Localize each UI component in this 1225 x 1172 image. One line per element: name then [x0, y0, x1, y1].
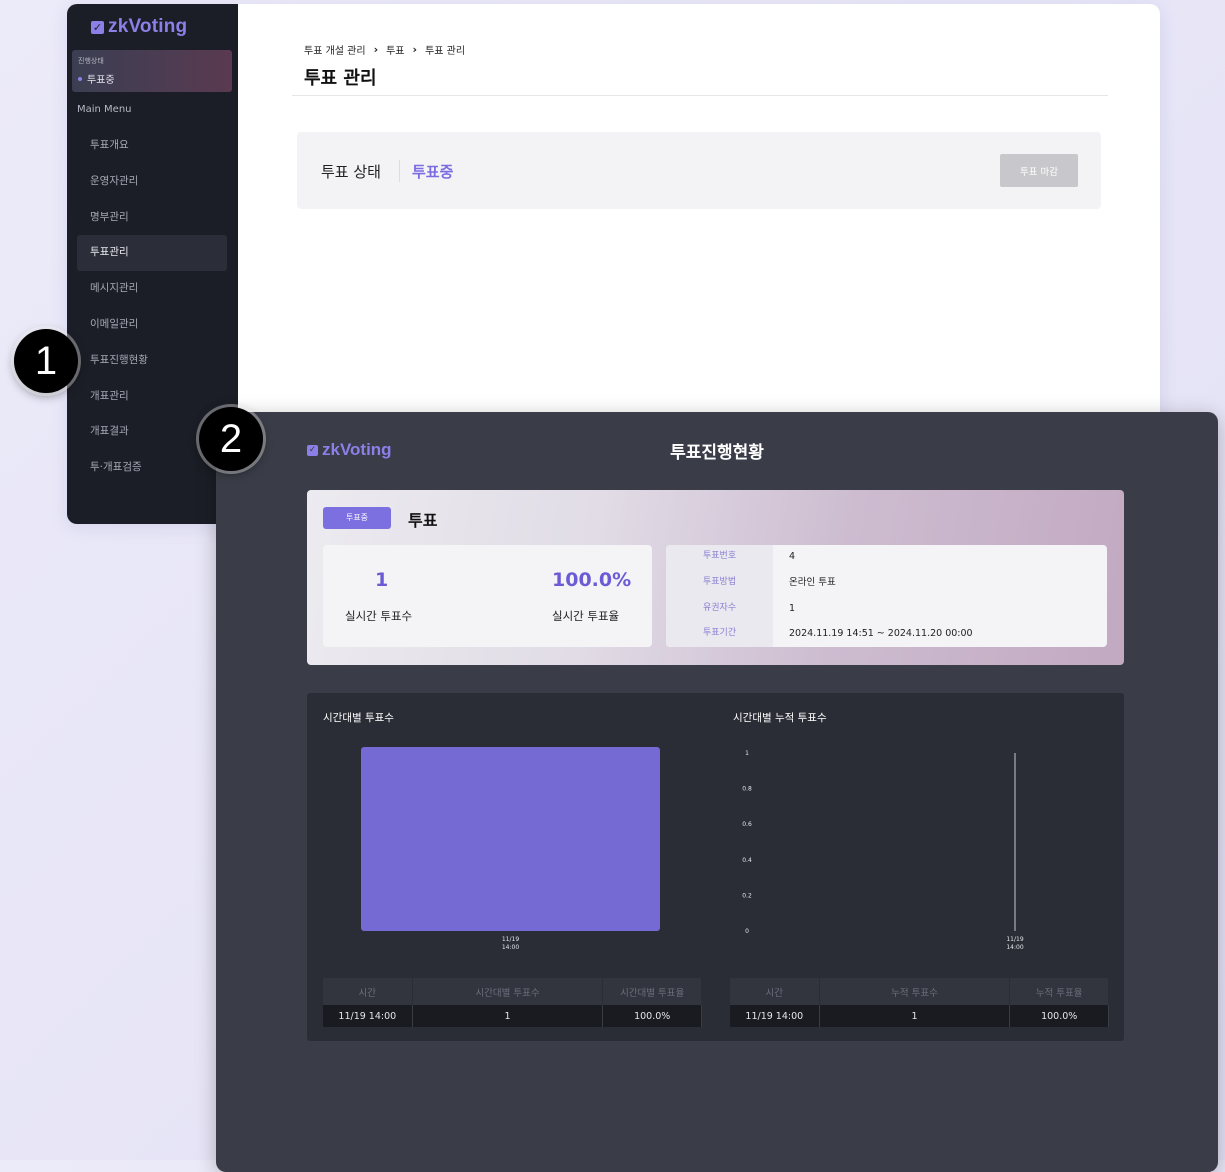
info-label: 투표기간 — [703, 628, 737, 638]
info-label: 유권자수 — [703, 603, 737, 613]
cumulative-votes-table: 시간 누적 투표수 누적 투표율 11/19 14:00 1 100.0% — [730, 978, 1109, 1027]
realtime-rate-value: 100.0% — [552, 569, 632, 591]
table-header: 시간 — [323, 978, 413, 1005]
info-label: 투표번호 — [703, 551, 737, 561]
hourly-votes-chart: 11/19 14:00 — [361, 747, 660, 951]
status-value-text: 투표중 — [87, 75, 115, 86]
vote-status-label: 투표 상태 — [321, 163, 381, 181]
cumulative-votes-chart: 1 0.8 0.6 0.4 0.2 0 11/19 14:00 — [742, 750, 1024, 951]
sidebar-item-vote-progress[interactable]: 투표진행현황 — [77, 343, 227, 379]
breadcrumb-item-vote-management: 투표 관리 — [425, 46, 466, 57]
breadcrumb-item-vote-setup[interactable]: 투표 개설 관리 — [304, 42, 366, 57]
y-tick-label: 1 — [745, 750, 749, 757]
realtime-votes-value: 1 — [375, 569, 389, 591]
table-cell: 11/19 14:00 — [323, 1005, 413, 1027]
info-row-voter-count: 유권자수 1 — [666, 599, 1107, 618]
table-header: 누적 투표수 — [819, 978, 1011, 1005]
close-vote-button[interactable]: 투표 마감 — [1000, 154, 1078, 187]
table-header-row: 시간 누적 투표수 누적 투표율 — [730, 978, 1109, 1005]
page-title: 투표 관리 — [304, 68, 377, 89]
table-cell: 1 — [412, 1005, 604, 1027]
info-row-vote-method: 투표방법 온라인 투표 — [666, 573, 1107, 592]
y-tick-label: 0.6 — [742, 821, 752, 828]
table-header: 누적 투표율 — [1009, 978, 1109, 1005]
chevron-right-icon: › — [373, 43, 379, 56]
info-value: 2024.11.19 14:51 ~ 2024.11.20 00:00 — [789, 628, 973, 639]
logo-check-icon: ✓ — [91, 20, 104, 34]
table-row: 11/19 14:00 1 100.0% — [323, 1005, 702, 1027]
step-badge-2: 2 — [199, 407, 263, 471]
y-tick-label: 0.4 — [742, 857, 752, 864]
vote-title: 투표 — [408, 511, 438, 530]
x-tick-label: 11/19 14:00 — [1006, 936, 1023, 951]
realtime-stats-box: 1 실시간 투표수 100.0% 실시간 투표율 — [323, 545, 652, 647]
step-badge-1: 1 — [14, 329, 78, 393]
realtime-rate-label: 실시간 투표율 — [552, 609, 620, 623]
logo-text: zkVoting — [108, 16, 188, 37]
sidebar-logo[interactable]: ✓ zkVoting — [91, 16, 187, 38]
sidebar-item-messages[interactable]: 메시지관리 — [77, 271, 227, 307]
table-cell: 1 — [819, 1005, 1011, 1027]
progress-title: 투표진행현황 — [670, 443, 764, 463]
chevron-right-icon: › — [412, 43, 418, 56]
status-dot-icon — [78, 76, 82, 81]
chart-title-cumulative: 시간대별 누적 투표수 — [733, 712, 827, 724]
status-value: 투표중 — [78, 71, 115, 86]
y-tick-label: 0 — [745, 928, 749, 935]
sidebar-item-vote-management[interactable]: 투표관리 — [77, 235, 227, 272]
sidebar-item-counting[interactable]: 개표관리 — [77, 379, 227, 415]
info-value: 1 — [789, 603, 796, 614]
table-cell: 100.0% — [1009, 1005, 1109, 1027]
vote-info-box: 투표번호 4 투표방법 온라인 투표 유권자수 1 투표기간 2024.11.1… — [666, 545, 1107, 647]
table-header: 시간 — [730, 978, 820, 1005]
status-label: 진행상태 — [78, 57, 104, 65]
hourly-votes-table: 시간 시간대별 투표수 시간대별 투표율 11/19 14:00 1 100.0… — [323, 978, 702, 1027]
info-row-vote-period: 투표기간 2024.11.19 14:51 ~ 2024.11.20 00:00 — [666, 624, 1107, 643]
table-row: 11/19 14:00 1 100.0% — [730, 1005, 1109, 1027]
table-header: 시간대별 투표율 — [602, 978, 702, 1005]
y-tick-label: 0.2 — [742, 892, 752, 899]
sidebar-item-operators[interactable]: 운영자관리 — [77, 164, 227, 200]
info-row-vote-number: 투표번호 4 — [666, 547, 1107, 566]
info-value: 온라인 투표 — [789, 577, 836, 588]
table-header: 시간대별 투표수 — [412, 978, 604, 1005]
charts-section: 시간대별 투표수 시간대별 누적 투표수 11/19 14:00 1 0.8 0.6 0… — [307, 693, 1124, 1041]
chart-bar — [361, 747, 660, 931]
vote-summary-card: 투표중 투표 1 실시간 투표수 100.0% 실시간 투표율 투표번호 4 투… — [307, 490, 1124, 665]
sidebar-item-voter-roll[interactable]: 명부관리 — [77, 200, 227, 236]
breadcrumb: 투표 개설 관리 › 투표 › 투표 관리 — [304, 42, 465, 57]
vote-status-divider — [399, 160, 400, 182]
vote-progress-window: ✓ zkVoting 투표진행현황 투표중 투표 1 실시간 투표수 100.0… — [216, 412, 1218, 1172]
table-cell: 11/19 14:00 — [730, 1005, 820, 1027]
realtime-votes-label: 실시간 투표수 — [345, 609, 413, 623]
info-value: 4 — [789, 551, 796, 562]
voting-status-badge: 투표중 — [323, 507, 391, 529]
sidebar-item-vote-overview[interactable]: 투표개요 — [77, 128, 227, 164]
menu-title: Main Menu — [77, 104, 132, 115]
x-tick-label: 11/19 14:00 — [502, 936, 519, 951]
vote-status-panel: 투표 상태 투표중 투표 마감 — [297, 132, 1101, 209]
table-header-row: 시간 시간대별 투표수 시간대별 투표율 — [323, 978, 702, 1005]
title-divider — [292, 95, 1108, 96]
y-tick-label: 0.8 — [742, 786, 752, 793]
info-label: 투표방법 — [703, 577, 737, 587]
vote-status-value: 투표중 — [412, 163, 454, 181]
breadcrumb-item-vote[interactable]: 투표 — [386, 42, 404, 57]
table-cell: 100.0% — [602, 1005, 702, 1027]
sidebar-item-email[interactable]: 이메일관리 — [77, 307, 227, 343]
progress-status-box: 진행상태 투표중 — [72, 50, 232, 92]
chart-title-hourly: 시간대별 투표수 — [323, 712, 394, 724]
